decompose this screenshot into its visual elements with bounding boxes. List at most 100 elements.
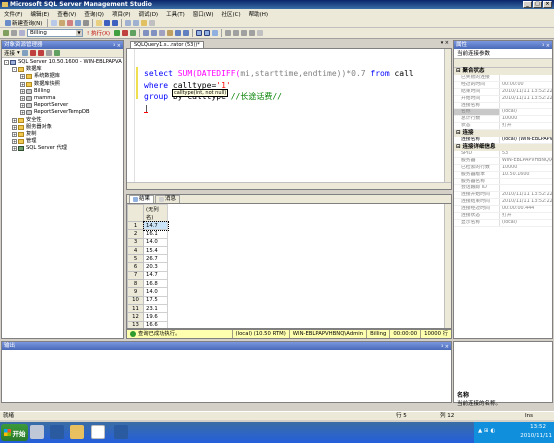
refresh-icon[interactable] <box>53 50 60 56</box>
property-row[interactable]: 名称 (local) <box>454 109 552 117</box>
expand-icon[interactable]: + <box>20 96 25 102</box>
menu-edit[interactable]: 编辑(E) <box>30 10 49 18</box>
mdx-query-icon[interactable] <box>67 19 74 26</box>
intellisense-icon[interactable] <box>167 30 174 36</box>
property-row[interactable]: 已检索的行数 10000 <box>454 164 552 172</box>
execute-button[interactable]: ! 执行(X) <box>85 29 112 37</box>
row-number[interactable]: 7 <box>127 270 144 281</box>
tree-node[interactable]: + ReportServer <box>2 102 123 109</box>
property-row[interactable]: 服务器WIN-EBLPAPVHBNQ\Admin <box>454 157 552 165</box>
expand-icon[interactable]: + <box>12 139 17 145</box>
debug-icon[interactable] <box>114 30 121 36</box>
property-row[interactable]: 服务器名称 <box>454 178 552 186</box>
connect-button[interactable]: 连接 <box>4 49 15 57</box>
expand-icon[interactable]: + <box>12 124 17 130</box>
stop-icon[interactable] <box>37 50 44 56</box>
grid-cell[interactable]: 16.8 <box>143 279 168 289</box>
menu-query[interactable]: 查询(Q) <box>84 10 104 18</box>
word-icon[interactable] <box>114 425 128 439</box>
collapse-icon[interactable]: - <box>12 67 17 73</box>
expand-icon[interactable]: + <box>20 88 25 94</box>
properties-icon[interactable] <box>149 19 156 26</box>
tree-node[interactable]: + 数据库快照 <box>2 81 123 88</box>
property-section[interactable]: ⊟ 连接 <box>454 130 552 138</box>
grid-vertical-scrollbar[interactable] <box>444 204 451 328</box>
grid-cell[interactable]: 20.3 <box>143 262 168 272</box>
save-icon[interactable] <box>104 19 111 26</box>
row-number[interactable]: 9 <box>127 287 144 297</box>
table-row[interactable]: 6 20.3 <box>127 262 168 272</box>
grid-cell[interactable]: 16.1 <box>143 229 168 239</box>
menu-view[interactable]: 查看(V) <box>57 10 76 18</box>
row-number[interactable]: 8 <box>127 279 144 289</box>
grid-cell[interactable]: 14.7 <box>142 220 169 231</box>
property-row[interactable]: 连接名称 <box>454 102 552 110</box>
table-row[interactable]: 10 17.5 <box>127 295 168 305</box>
grid-cell[interactable]: 15.4 <box>143 245 168 256</box>
row-number[interactable]: 1 <box>127 220 144 231</box>
template-explorer-icon[interactable] <box>141 19 148 26</box>
tree-node[interactable]: + mamma <box>2 95 123 102</box>
table-row[interactable]: 12 19.6 <box>127 312 168 322</box>
server-manager-icon[interactable] <box>30 425 44 439</box>
clock-date[interactable]: 2010/11/11 <box>520 433 552 439</box>
decrease-indent-icon[interactable] <box>241 30 248 36</box>
property-row[interactable]: 连接开始时间 2010/11/11 13:52:22 <box>454 192 552 200</box>
uncomment-icon[interactable] <box>233 30 240 36</box>
specify-values-icon[interactable] <box>257 30 264 36</box>
db-engine-query-icon[interactable] <box>51 19 58 26</box>
client-statistics-icon[interactable] <box>183 30 190 36</box>
row-number[interactable]: 4 <box>127 245 144 256</box>
tray-icons[interactable]: ▲ ⊞ ◐ <box>478 428 495 434</box>
tab-sqlquery1[interactable]: SQLQuery1.s...rator (53))* <box>130 41 204 48</box>
tree-node[interactable]: + 服务器对象 <box>2 124 123 131</box>
row-number[interactable]: 2 <box>127 229 144 239</box>
tree-node[interactable]: + ReportServerTempDB <box>2 109 123 116</box>
analysis-query-icon[interactable] <box>59 19 66 26</box>
query-options-icon[interactable] <box>159 30 166 36</box>
property-section[interactable]: ⊟ 连接详细信息 <box>454 144 552 152</box>
tree-node[interactable]: + 系统数据库 <box>2 73 123 80</box>
property-row[interactable]: 连接状态 打开 <box>454 213 552 220</box>
registered-servers-icon[interactable] <box>125 19 132 26</box>
minimize-button[interactable]: _ <box>523 1 532 8</box>
editor-horizontal-scrollbar[interactable] <box>127 182 451 189</box>
xmla-query-icon[interactable] <box>75 19 82 26</box>
table-row[interactable]: 1 14.7 <box>127 220 169 231</box>
property-row[interactable]: 开始时间 2010/11/11 13:52:22 <box>454 95 552 103</box>
powershell-icon[interactable] <box>50 425 64 439</box>
row-number[interactable]: 11 <box>127 303 144 314</box>
open-file-icon[interactable] <box>96 19 103 26</box>
table-row[interactable]: 5 26.7 <box>127 254 168 264</box>
pin-icon[interactable]: ᵡ × <box>113 42 121 50</box>
grid-cell[interactable]: 23.1 <box>143 303 168 314</box>
row-number[interactable]: 6 <box>127 262 144 272</box>
menu-help[interactable]: 帮助(H) <box>249 10 268 18</box>
table-row[interactable]: 7 14.7 <box>127 270 168 281</box>
results-to-file-icon[interactable] <box>212 30 219 36</box>
maximize-button[interactable]: □ <box>533 1 542 8</box>
tree-node[interactable]: + Billing <box>2 88 123 95</box>
tree-node[interactable]: - SQL Server 10.50.1600 - WIN-EBLPAPVA <box>2 59 123 66</box>
clock-time[interactable]: 13:52 <box>530 424 546 430</box>
expand-icon[interactable]: + <box>20 81 25 87</box>
query-designer-icon[interactable] <box>151 30 158 36</box>
property-row[interactable]: SPID 53 <box>454 151 552 158</box>
table-row[interactable]: 2 16.1 <box>127 229 168 239</box>
table-row[interactable]: 9 14.0 <box>127 287 168 297</box>
parse-icon[interactable] <box>130 30 137 36</box>
results-to-text-icon[interactable] <box>196 30 203 36</box>
grid-cell[interactable]: 14.7 <box>143 270 168 281</box>
tree-node[interactable]: + 安全性 <box>2 117 123 124</box>
expand-icon[interactable]: + <box>12 146 17 152</box>
row-number[interactable]: 10 <box>127 295 144 305</box>
ssms-taskbar-icon[interactable] <box>91 425 105 439</box>
tab-results[interactable]: 结果 <box>129 195 155 203</box>
menu-window[interactable]: 窗口(W) <box>193 10 214 18</box>
chevron-down-icon[interactable]: ▾ <box>17 50 20 56</box>
property-section[interactable]: ⊟ 聚合状态 <box>454 68 552 75</box>
menu-project[interactable]: 项目(P) <box>112 10 131 18</box>
grid-cell[interactable]: 19.6 <box>143 312 168 322</box>
property-row[interactable]: 连接经过时间 00:00:00.444 <box>454 206 552 214</box>
column-header[interactable]: (无列名) <box>143 204 168 222</box>
